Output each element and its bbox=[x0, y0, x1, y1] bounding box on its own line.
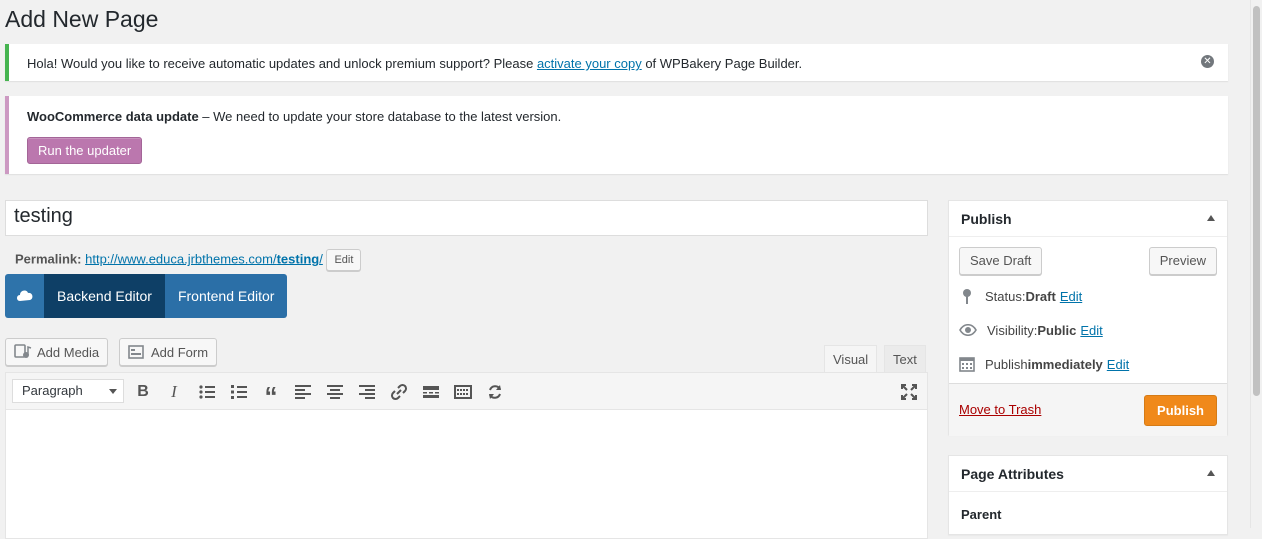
save-draft-button[interactable]: Save Draft bbox=[959, 247, 1043, 275]
tab-text[interactable]: Text bbox=[884, 345, 926, 373]
wpbakery-logo-icon[interactable] bbox=[5, 274, 44, 318]
post-title-input[interactable]: testing bbox=[5, 200, 928, 236]
move-to-trash-link[interactable]: Move to Trash bbox=[959, 402, 1041, 417]
edit-visibility-link[interactable]: Edit bbox=[1080, 323, 1102, 338]
bold-icon[interactable]: B bbox=[133, 382, 153, 402]
align-center-icon[interactable] bbox=[325, 382, 345, 402]
add-form-button[interactable]: Add Form bbox=[119, 338, 218, 366]
edit-status-link[interactable]: Edit bbox=[1060, 289, 1082, 304]
scrollbar-thumb[interactable] bbox=[1253, 6, 1260, 396]
italic-icon[interactable]: I bbox=[164, 382, 184, 402]
publish-box-header[interactable]: Publish bbox=[949, 201, 1227, 237]
fullscreen-icon[interactable] bbox=[899, 382, 919, 402]
woocommerce-notice-text: WooCommerce data update – We need to upd… bbox=[27, 109, 562, 124]
eye-icon bbox=[959, 322, 977, 338]
preview-button[interactable]: Preview bbox=[1148, 247, 1217, 275]
collapse-arrow-icon[interactable] bbox=[1207, 215, 1215, 221]
page-title: Add New Page bbox=[5, 6, 159, 32]
wpbakery-editor-switch: Backend Editor Frontend Editor bbox=[5, 274, 288, 318]
frontend-editor-button[interactable]: Frontend Editor bbox=[164, 274, 288, 318]
editor-content-area[interactable] bbox=[5, 409, 928, 539]
media-icon bbox=[14, 344, 32, 360]
visibility-row: Visibility: Public Edit bbox=[959, 322, 1103, 338]
bullet-list-icon[interactable] bbox=[197, 382, 217, 402]
activate-copy-link[interactable]: activate your copy bbox=[537, 56, 642, 71]
page-scrollbar[interactable] bbox=[1250, 0, 1262, 528]
wpbakery-notice: Hola! Would you like to receive automati… bbox=[5, 44, 1228, 81]
woocommerce-notice: WooCommerce data update – We need to upd… bbox=[5, 96, 1228, 174]
page-attributes-box: Page Attributes Parent bbox=[948, 455, 1228, 535]
refresh-icon[interactable] bbox=[485, 382, 505, 402]
permalink-link[interactable]: http://www.educa.jrbthemes.com/testing/ bbox=[85, 251, 323, 266]
align-right-icon[interactable] bbox=[357, 382, 377, 402]
chevron-down-icon bbox=[109, 389, 117, 394]
permalink-label: Permalink: bbox=[15, 251, 82, 267]
page-attributes-header[interactable]: Page Attributes bbox=[949, 456, 1227, 492]
publish-box: Publish Save Draft Preview Status: Draft… bbox=[948, 200, 1228, 436]
backend-editor-button[interactable]: Backend Editor bbox=[44, 274, 165, 318]
editor-toolbar: Paragraph B I “ bbox=[5, 372, 928, 410]
calendar-icon bbox=[959, 356, 975, 372]
publish-date-row: Publish immediately Edit bbox=[959, 356, 1129, 372]
run-updater-button[interactable]: Run the updater bbox=[27, 137, 143, 164]
add-media-button[interactable]: Add Media bbox=[5, 338, 109, 366]
parent-label: Parent bbox=[961, 507, 1002, 522]
publish-button[interactable]: Publish bbox=[1144, 395, 1217, 426]
blockquote-icon[interactable]: “ bbox=[261, 382, 281, 409]
dismiss-icon[interactable]: ✕ bbox=[1201, 55, 1214, 68]
link-icon[interactable] bbox=[389, 382, 409, 402]
collapse-arrow-icon[interactable] bbox=[1207, 470, 1215, 476]
status-row: Status: Draft Edit bbox=[959, 288, 1082, 304]
align-left-icon[interactable] bbox=[293, 382, 313, 402]
read-more-icon[interactable] bbox=[421, 382, 441, 402]
edit-publish-date-link[interactable]: Edit bbox=[1107, 357, 1129, 372]
numbered-list-icon[interactable] bbox=[229, 382, 249, 402]
permalink-row: Permalink: http://www.educa.jrbthemes.co… bbox=[15, 249, 362, 271]
wpbakery-notice-text: Hola! Would you like to receive automati… bbox=[27, 56, 803, 71]
format-select[interactable]: Paragraph bbox=[12, 379, 124, 403]
edit-permalink-button[interactable]: Edit bbox=[326, 249, 362, 271]
toolbar-toggle-icon[interactable] bbox=[453, 382, 473, 402]
tab-visual[interactable]: Visual bbox=[824, 345, 878, 373]
publish-actions: Move to Trash Publish bbox=[949, 383, 1227, 436]
form-icon bbox=[128, 345, 144, 359]
pin-icon bbox=[959, 288, 975, 304]
